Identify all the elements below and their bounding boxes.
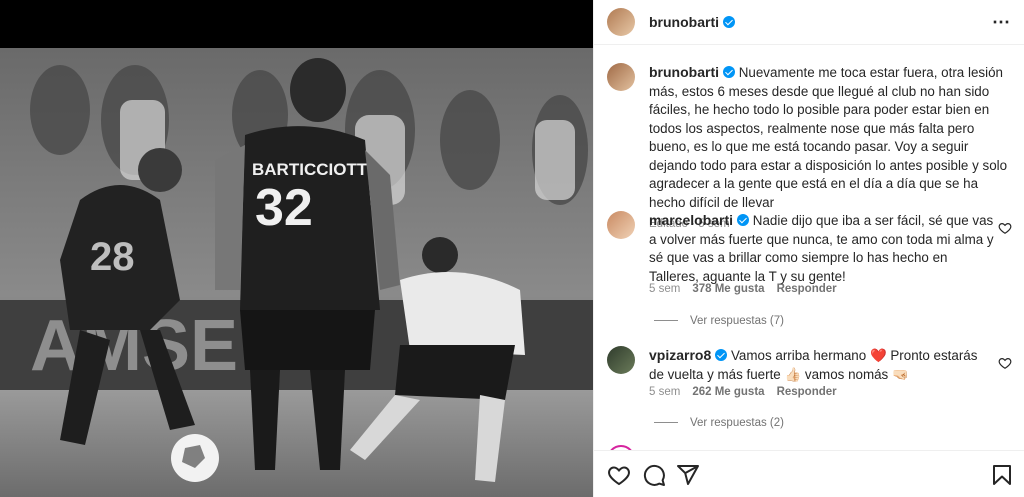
photo-scene: AMSE 28 BARTICCIOTTO 32 xyxy=(0,48,593,497)
reply-button[interactable]: Responder xyxy=(777,283,837,295)
view-replies-button[interactable]: Ver respuestas (7) xyxy=(654,315,784,327)
comment-text: vamos nomás xyxy=(804,366,889,382)
more-options-icon[interactable]: ⋯ xyxy=(992,12,1011,33)
action-bar xyxy=(594,450,1024,497)
comment-icon[interactable] xyxy=(642,463,666,487)
jersey-number: 32 xyxy=(255,179,313,237)
caption-text: Nuevamente me toca estar fuera, otra les… xyxy=(649,65,1008,210)
bookmark-icon[interactable] xyxy=(990,463,1014,487)
view-replies-label: Ver respuestas (2) xyxy=(690,417,784,429)
verified-badge-icon xyxy=(723,66,735,78)
svg-text:28: 28 xyxy=(90,235,135,279)
author-avatar[interactable] xyxy=(607,8,635,36)
heart-icon[interactable] xyxy=(607,463,631,487)
post-photo[interactable]: AMSE 28 BARTICCIOTTO 32 xyxy=(0,0,593,497)
comment-likes[interactable]: 262 Me gusta xyxy=(692,386,764,398)
caption-username[interactable]: brunobarti xyxy=(649,64,719,80)
commenter-avatar[interactable] xyxy=(607,346,635,374)
comment-meta: 5 sem 378 Me gusta Responder xyxy=(649,283,849,295)
replies-divider-line xyxy=(654,422,678,424)
comment-time: 5 sem xyxy=(649,386,681,398)
share-icon[interactable] xyxy=(676,463,700,487)
commenter-username[interactable]: marcelobarti xyxy=(649,212,733,228)
comment-text: Vamos arriba hermano xyxy=(730,348,867,363)
commenter-username[interactable]: vpizarro8 xyxy=(649,347,711,363)
author-username[interactable]: brunobarti xyxy=(649,14,719,30)
fist-emoji: 🤜🏻 xyxy=(892,366,909,382)
comment-meta: 5 sem 262 Me gusta Responder xyxy=(649,386,849,398)
commenter-avatar[interactable] xyxy=(607,211,635,239)
comment-text-block: vpizarro8 Vamos arriba hermano ❤️ Pronto… xyxy=(649,346,994,384)
comment-like-heart-icon[interactable] xyxy=(998,221,1012,235)
comments-scroll-area[interactable]: brunobarti Nuevamente me toca estar fuer… xyxy=(594,45,1024,450)
caption-text-block: brunobarti Nuevamente me toca estar fuer… xyxy=(649,63,1009,234)
view-replies-label: Ver respuestas (7) xyxy=(690,315,784,327)
author-username-row: brunobarti xyxy=(649,14,735,32)
red-heart-emoji: ❤️ xyxy=(869,348,887,363)
reply-button[interactable]: Responder xyxy=(777,386,837,398)
replies-divider-line xyxy=(654,320,678,322)
comment-text-block: marcelobarti Nadie dijo que iba a ser fá… xyxy=(649,211,994,286)
post-side-panel: brunobarti ⋯ brunobarti Nuevamente me to… xyxy=(593,0,1024,497)
caption-avatar[interactable] xyxy=(607,63,635,91)
comment-like-heart-icon[interactable] xyxy=(998,356,1012,370)
jersey-name: BARTICCIOTTO xyxy=(252,160,380,179)
comment-time: 5 sem xyxy=(649,283,681,295)
thumbs-up-emoji: 👍🏻 xyxy=(784,366,802,382)
verified-badge-icon xyxy=(723,16,735,28)
verified-badge-icon xyxy=(737,214,750,226)
verified-badge-icon xyxy=(715,349,728,361)
comment-likes[interactable]: 378 Me gusta xyxy=(692,283,764,295)
view-replies-button[interactable]: Ver respuestas (2) xyxy=(654,417,784,429)
post-header: brunobarti ⋯ xyxy=(594,0,1024,45)
